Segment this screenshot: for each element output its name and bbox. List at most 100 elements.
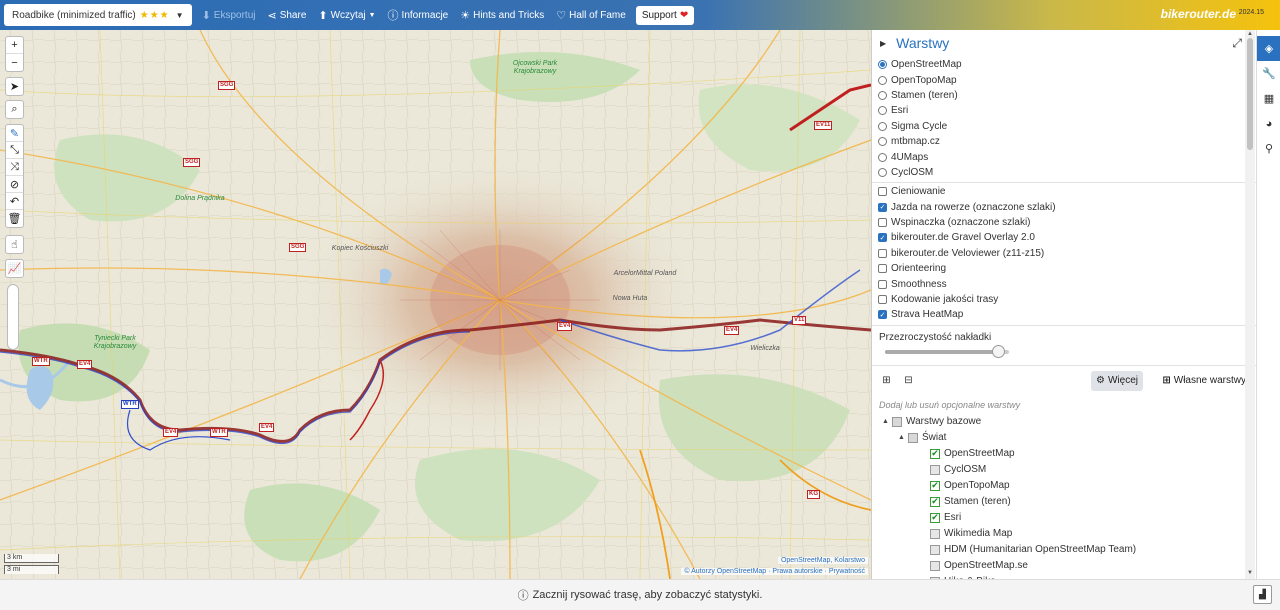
tree-checkbox[interactable] (930, 528, 940, 539)
checkbox[interactable] (878, 187, 887, 197)
tree-checkbox[interactable] (930, 560, 940, 571)
checkbox[interactable]: ✓ (878, 310, 887, 320)
tree-root[interactable]: ▲ Warstwy bazowe (872, 414, 1256, 430)
tree-item[interactable]: ✔ OpenStreetMap (872, 446, 1256, 462)
load-button[interactable]: ⬆ Wczytaj ▼ (318, 9, 375, 22)
tree-checkbox[interactable] (908, 432, 918, 443)
tree-expand-icon[interactable]: ▲ (882, 418, 892, 425)
tree-checkbox[interactable] (930, 544, 940, 555)
opacity-slider[interactable] (885, 344, 1009, 358)
checkbox[interactable] (878, 295, 887, 305)
base-layer-option[interactable]: Esri (878, 103, 1256, 118)
overlay-option[interactable]: ✓ Jazda na rowerze (oznaczone szlaki) (878, 200, 1256, 215)
pie-chart-tab-icon[interactable]: ◕ (1257, 111, 1280, 136)
trash-icon[interactable]: 🗑 (6, 210, 23, 227)
checkbox[interactable] (878, 264, 887, 274)
zoom-in-button[interactable]: + (6, 37, 23, 54)
locate-icon[interactable]: ➤ (6, 78, 23, 95)
tree-checkbox[interactable]: ✔ (930, 496, 940, 507)
tree-group[interactable]: ▲ Świat (872, 430, 1256, 446)
overlay-option[interactable]: Kodowanie jakości trasy (878, 292, 1256, 307)
tree-item[interactable]: HDM (Humanitarian OpenStreetMap Team) (872, 542, 1256, 558)
map-canvas[interactable]: Ojcowski Park Krajobrazowy Dolina Prądni… (0, 30, 871, 579)
profile-select[interactable]: Roadbike (minimized traffic) ★★★ ▼ (4, 4, 192, 26)
tree-checkbox[interactable]: ✔ (930, 512, 940, 523)
scroll-up-icon[interactable]: ▲ (1247, 31, 1253, 37)
base-layer-option[interactable]: OpenTopoMap (878, 72, 1256, 87)
tree-checkbox[interactable]: ✔ (930, 480, 940, 491)
tree-item[interactable]: ✔ OpenTopoMap (872, 478, 1256, 494)
overlay-option[interactable]: Wspinaczka (oznaczone szlaki) (878, 215, 1256, 230)
radio-button[interactable] (878, 106, 887, 116)
export-button[interactable]: ⬇ Eksportuj (202, 9, 256, 22)
map-marker-tab-icon[interactable]: ⚲ (1257, 136, 1280, 161)
scrollbar-thumb[interactable] (1247, 38, 1253, 150)
tree-checkbox[interactable]: ✔ (930, 448, 940, 459)
search-icon[interactable]: ⌕ (6, 101, 23, 118)
hints-button[interactable]: ☀ Hints and Tricks (460, 9, 544, 22)
tree-item[interactable]: ✔ Stamen (teren) (872, 494, 1256, 510)
brand-logo[interactable]: bikerouter.de (1161, 7, 1236, 21)
elevation-chart-button[interactable]: ▟ (1253, 585, 1272, 604)
no-go-icon[interactable]: ⊘ (6, 176, 23, 193)
radio-button[interactable] (878, 60, 887, 70)
radio-button[interactable] (878, 90, 887, 100)
line-chart-icon[interactable]: 📈 (6, 260, 23, 277)
tree-expand-icon[interactable]: ▲ (898, 434, 908, 441)
overlay-option[interactable]: Smoothness (878, 276, 1256, 291)
layers-tab-icon[interactable]: ◈ (1257, 36, 1280, 61)
base-layer-option[interactable]: 4UMaps (878, 149, 1256, 164)
checkbox[interactable] (878, 248, 887, 258)
expand-all-icon[interactable]: ⊞ (878, 372, 895, 389)
expand-icon[interactable]: ⤢ (1232, 36, 1242, 51)
checkbox[interactable] (878, 279, 887, 289)
radio-button[interactable] (878, 152, 887, 162)
radio-button[interactable] (878, 75, 887, 85)
checkbox[interactable]: ✓ (878, 202, 887, 212)
wrench-tab-icon[interactable]: 🔧 (1257, 61, 1280, 86)
overlay-option[interactable]: ✓ bikerouter.de Gravel Overlay 2.0 (878, 230, 1256, 245)
sidebar-scrollbar[interactable]: ▲ ▼ (1245, 30, 1255, 579)
opacity-label: Przezroczystość nakładki (879, 331, 992, 343)
scroll-down-icon[interactable]: ▼ (1247, 570, 1253, 576)
info-button[interactable]: ⓘ Informacje (388, 7, 449, 23)
hand-pointer-icon[interactable]: ☝ (6, 236, 23, 253)
tree-item[interactable]: CyclOSM (872, 462, 1256, 478)
tree-checkbox[interactable] (892, 416, 902, 427)
checkbox[interactable]: ✓ (878, 233, 887, 243)
hall-of-fame-button[interactable]: ♡ Hall of Fame (556, 9, 626, 22)
overlay-option[interactable]: ✓ Strava HeatMap (878, 307, 1256, 322)
base-layer-option[interactable]: Sigma Cycle (878, 119, 1256, 134)
overlay-option[interactable]: Orienteering (878, 261, 1256, 276)
base-layer-option[interactable]: Stamen (teren) (878, 88, 1256, 103)
tree-item[interactable]: OpenStreetMap.se (872, 558, 1256, 574)
zoom-out-button[interactable]: − (6, 54, 23, 71)
tree-checkbox[interactable] (930, 464, 940, 475)
undo-icon[interactable]: ↶ (6, 193, 23, 210)
tree-item[interactable]: ✔ Esri (872, 510, 1256, 526)
opacity-slider-knob[interactable] (992, 344, 1006, 358)
custom-layers-button[interactable]: ⊞ Własne warstwy (1158, 371, 1250, 391)
checkbox[interactable] (878, 218, 887, 228)
share-button[interactable]: ⋖ Share (267, 9, 306, 22)
radio-button[interactable] (878, 137, 887, 147)
draw-segment-icon[interactable]: ⤡ (6, 142, 23, 159)
table-tab-icon[interactable]: ▦ (1257, 86, 1280, 111)
radio-button[interactable] (878, 167, 887, 177)
support-button[interactable]: Support ❤ (635, 5, 695, 25)
overlay-option[interactable]: bikerouter.de Veloviewer (z11-z15) (878, 246, 1256, 261)
zoom-slider[interactable] (7, 284, 19, 350)
base-layer-option[interactable]: CyclOSM (878, 165, 1256, 180)
collapse-triangle-icon[interactable]: ▶ (880, 39, 886, 48)
radio-button[interactable] (878, 121, 887, 131)
base-layer-option[interactable]: mtbmap.cz (878, 134, 1256, 149)
pencil-icon[interactable]: ✎ (6, 125, 23, 142)
base-layer-option[interactable]: OpenStreetMap (878, 57, 1256, 72)
collapse-all-icon[interactable]: ⊟ (900, 372, 917, 389)
attribution-top[interactable]: OpenStreetMap, Kolarstwo (777, 557, 868, 564)
tree-item[interactable]: Wikimedia Map (872, 526, 1256, 542)
attribution-bottom[interactable]: © Autorzy OpenStreetMap · Prawa autorski… (681, 568, 868, 575)
more-button[interactable]: ⚙ Więcej (1091, 370, 1143, 391)
shuffle-icon[interactable]: ⤨ (6, 159, 23, 176)
overlay-option[interactable]: Cieniowanie (878, 184, 1256, 199)
